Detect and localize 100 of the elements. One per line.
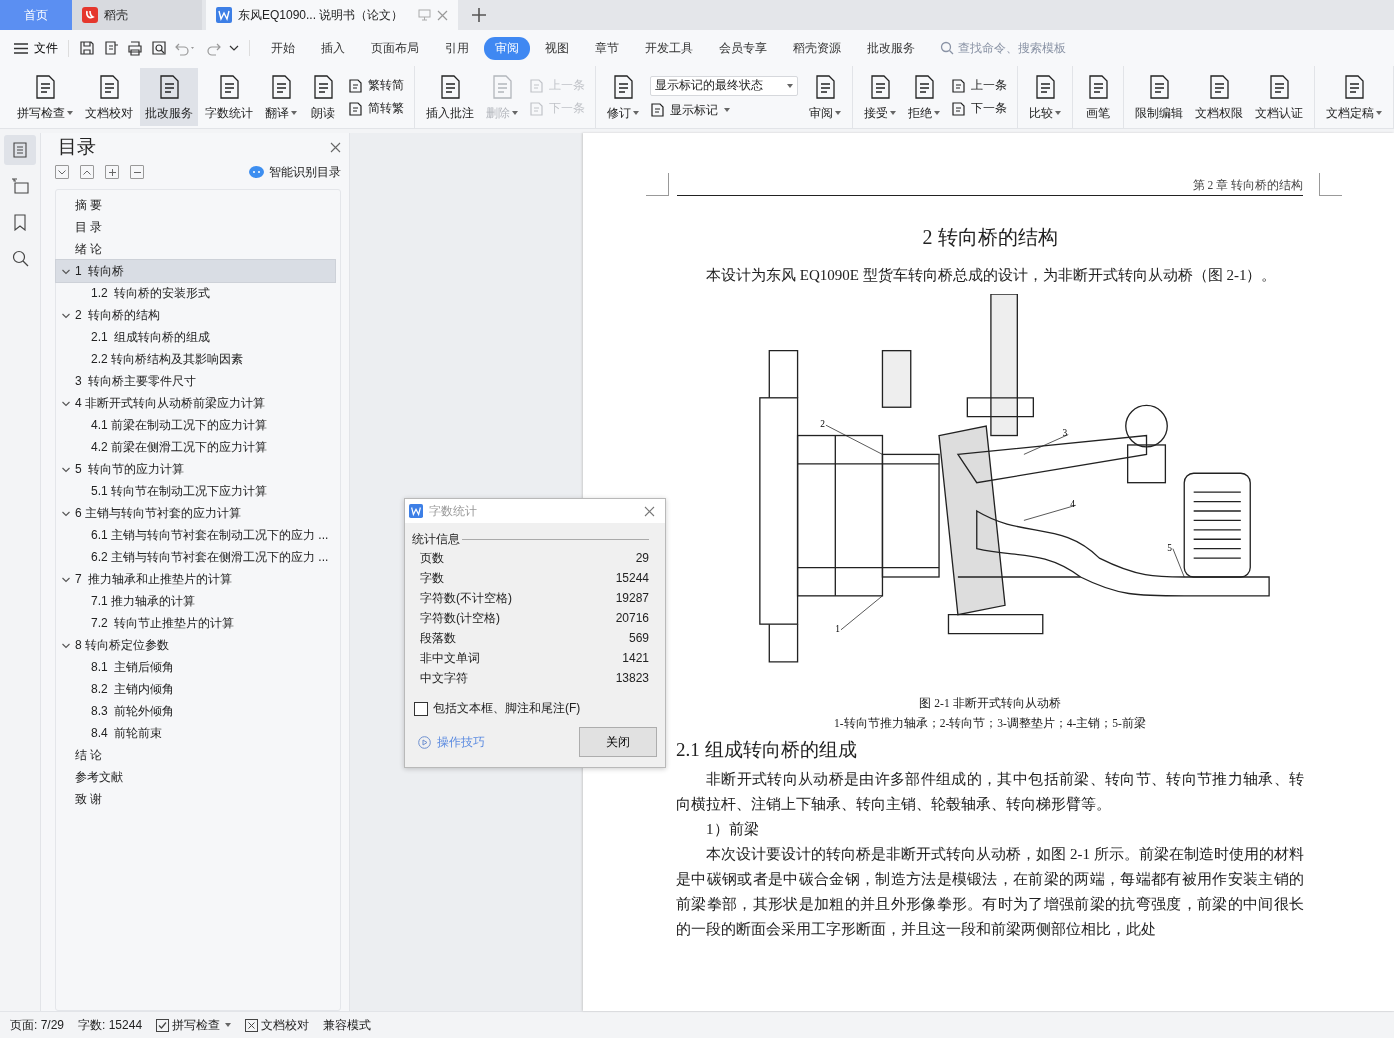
- toc-item[interactable]: 1 转向桥: [56, 260, 335, 282]
- callout-number: 5: [1167, 542, 1172, 553]
- toc-item[interactable]: 5 转向节的应力计算: [56, 458, 335, 480]
- checkbox-label: 包括文本框、脚注和尾注(F): [433, 700, 581, 717]
- ribbon-button[interactable]: 比较: [1024, 68, 1066, 126]
- expand-button[interactable]: [80, 165, 94, 179]
- ribbon-button[interactable]: 审阅: [804, 68, 846, 126]
- ribbon-button[interactable]: 文档校对: [80, 68, 138, 126]
- ribbon-tab[interactable]: 会员专享: [708, 36, 778, 60]
- toc-item[interactable]: 7.1 推力轴承的计算: [56, 590, 335, 612]
- document-tab[interactable]: 稻壳: [72, 0, 202, 30]
- ribbon-button[interactable]: 文档认证: [1250, 68, 1308, 126]
- toc-item[interactable]: 参考文献: [56, 766, 335, 788]
- ribbon-small-button[interactable]: 下一条: [951, 100, 1007, 117]
- print-icon[interactable]: [127, 40, 143, 56]
- toc-item[interactable]: 7.2 转向节止推垫片的计算: [56, 612, 335, 634]
- status-button[interactable]: 文档校对: [245, 1016, 310, 1034]
- toc-item[interactable]: 致 谢: [56, 788, 335, 810]
- toc-item[interactable]: 5.1 转向节在制动工况下应力计算: [56, 480, 335, 502]
- toc-item[interactable]: 7 推力轴承和止推垫片的计算: [56, 568, 335, 590]
- paragraph: 本设计为东风 EQ1090E 型货车转向桥总成的设计，为非断开式转向从动桥（图 2-1）。: [705, 266, 1278, 285]
- stat-value: 569: [628, 631, 649, 645]
- document-icon: [951, 100, 967, 117]
- writer-logo-icon: [409, 504, 423, 518]
- toc-item[interactable]: 目 录: [56, 216, 335, 238]
- ribbon-tab[interactable]: 视图: [534, 36, 580, 60]
- search-icon: [940, 41, 954, 55]
- ribbon-button[interactable]: 修订: [602, 68, 644, 126]
- toc-item[interactable]: 摘 要: [56, 194, 335, 216]
- ribbon-button[interactable]: 字数统计: [200, 68, 258, 126]
- stat-label: 字符数(不计空格): [420, 589, 512, 607]
- ribbon-tab[interactable]: 引用: [434, 36, 480, 60]
- command-search-field[interactable]: 查找命令、搜索模板: [940, 41, 1098, 55]
- export-icon[interactable]: [103, 40, 119, 56]
- close-button[interactable]: 关闭: [579, 727, 657, 757]
- toc-item[interactable]: 3 转向桥主要零件尺寸: [56, 370, 335, 392]
- ribbon-button[interactable]: 批改服务: [140, 68, 198, 126]
- ribbon-button[interactable]: 翻译: [260, 68, 302, 126]
- close-icon[interactable]: [644, 505, 655, 517]
- ribbon-tab[interactable]: 批改服务: [856, 36, 926, 60]
- caret-icon: [724, 108, 730, 112]
- caret-icon: [512, 111, 518, 116]
- ribbon-button[interactable]: 文档定稿: [1321, 68, 1387, 126]
- ribbon-tab[interactable]: 开始: [260, 36, 306, 60]
- print-preview-icon[interactable]: [151, 40, 167, 56]
- checkbox[interactable]: [414, 701, 428, 716]
- ribbon-small-button[interactable]: 繁转简: [348, 77, 404, 94]
- caret-icon[interactable]: [229, 44, 239, 52]
- ribbon-small-button[interactable]: 简转繁: [348, 100, 404, 117]
- close-icon[interactable]: [437, 9, 448, 21]
- ribbon-button[interactable]: 接受: [859, 68, 901, 126]
- crossed-box-icon: [245, 1018, 259, 1032]
- callout-number: 4: [1070, 499, 1075, 510]
- toc-item[interactable]: 4 非断开式转向从动桥前梁应力计算: [56, 392, 335, 414]
- ribbon-tab[interactable]: 开发工具: [634, 36, 704, 60]
- caret-icon: [890, 111, 896, 116]
- ribbon-small-button[interactable]: 显示标记: [650, 101, 798, 119]
- toc-item[interactable]: 绪 论: [56, 238, 335, 260]
- status-button[interactable]: 拼写检查: [156, 1016, 232, 1034]
- ribbon-small-button[interactable]: 上一条: [951, 77, 1007, 94]
- save-icon[interactable]: [79, 40, 95, 56]
- smart-toc-link[interactable]: 智能识别目录: [269, 163, 341, 181]
- ribbon-button[interactable]: 拼写检查: [12, 68, 78, 126]
- toc-item[interactable]: 4.2 前梁在侧滑工况下的应力计算: [56, 436, 335, 458]
- toc-item[interactable]: 1.2 转向桥的安装形式: [56, 282, 335, 304]
- toc-item[interactable]: 8.2 主销内倾角: [56, 678, 335, 700]
- toc-item[interactable]: 2 转向桥的结构: [56, 304, 335, 326]
- toc-item[interactable]: 6 主销与转向节衬套的应力计算: [56, 502, 335, 524]
- close-icon[interactable]: [330, 141, 341, 153]
- toc-item[interactable]: 6.2 主销与转向节衬套在侧滑工况下的应力 ...: [56, 546, 335, 568]
- chevron-up-icon: [83, 169, 91, 175]
- toc-item[interactable]: 结 论: [56, 744, 335, 766]
- ribbon-button[interactable]: 朗读: [304, 68, 342, 126]
- toc-item[interactable]: 6.1 主销与转向节衬套在制动工况下的应力 ...: [56, 524, 335, 546]
- toc-item[interactable]: 8.3 前轮外倾角: [56, 700, 335, 722]
- ribbon-tab[interactable]: 页面布局: [360, 36, 430, 60]
- ribbon-tab[interactable]: 稻壳资源: [782, 36, 852, 60]
- ribbon-button[interactable]: 文档权限: [1190, 68, 1248, 126]
- toc-item[interactable]: 8.1 主销后倾角: [56, 656, 335, 678]
- toc-item[interactable]: 4.1 前梁在制动工况下的应力计算: [56, 414, 335, 436]
- ribbon-tab[interactable]: 章节: [584, 36, 630, 60]
- figure-caption: 图 2-1 非断开式转向从动桥: [919, 696, 1061, 711]
- sidebar-tab-button[interactable]: [4, 135, 36, 165]
- toc-item[interactable]: 2.1 组成转向桥的组成: [56, 326, 335, 348]
- toc-item[interactable]: 2.2 转向桥结构及其影响因素: [56, 348, 335, 370]
- document-tab[interactable]: 东风EQ1090... 说明书（论文）: [206, 0, 458, 30]
- remove-level-button[interactable]: [130, 165, 144, 179]
- ribbon-tab[interactable]: 插入: [310, 36, 356, 60]
- toc-item[interactable]: 8 转向桥定位参数: [56, 634, 335, 656]
- ribbon-button[interactable]: 限制编辑: [1130, 68, 1188, 126]
- toc-item[interactable]: 8.4 前轮前束: [56, 722, 335, 744]
- collapse-button[interactable]: [55, 165, 69, 179]
- markup-select[interactable]: 显示标记的最终状态: [650, 75, 798, 96]
- new-tab-plus-icon[interactable]: [472, 8, 486, 22]
- ribbon-button[interactable]: 拒绝: [903, 68, 945, 126]
- stat-value: 15244: [615, 571, 649, 585]
- file-menu-button[interactable]: 文件: [14, 39, 69, 57]
- ribbon-button[interactable]: 插入批注: [421, 68, 479, 126]
- ribbon-button[interactable]: 画笔: [1079, 68, 1117, 126]
- add-level-button[interactable]: [105, 165, 119, 179]
